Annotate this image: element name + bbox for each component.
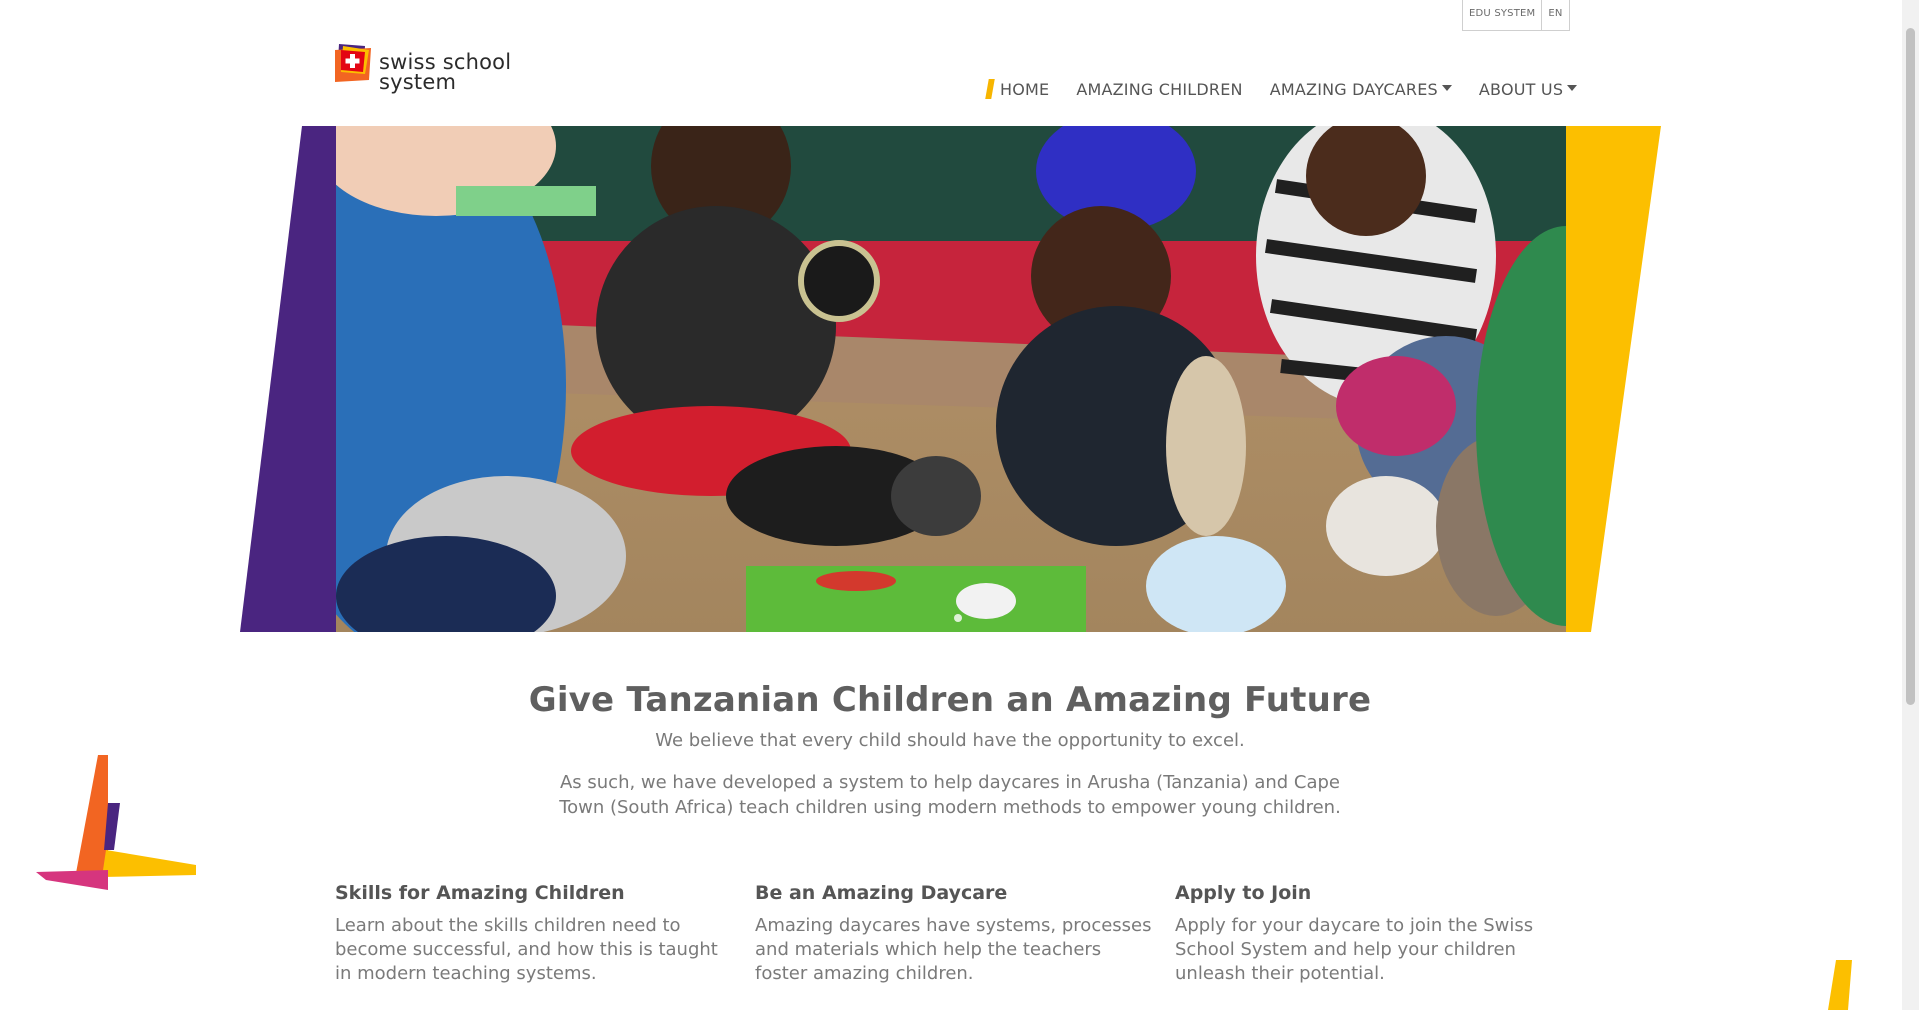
intro-line-2: As such, we have developed a system to h… — [559, 772, 1341, 818]
feature-text: Amazing daycares have systems, processes… — [755, 915, 1152, 984]
hero-photo — [336, 126, 1566, 632]
carousel-indicator[interactable] — [954, 614, 962, 622]
feature-title: Skills for Amazing Children — [335, 882, 625, 904]
page: EDU SYSTEM EN swiss school system HOME A… — [0, 0, 1919, 1010]
feature-text: Learn about the skills children need to … — [335, 915, 718, 984]
scrollbar-thumb[interactable] — [1906, 28, 1915, 705]
page-title: Give Tanzanian Children an Amazing Futur… — [528, 680, 1372, 720]
feature-skills[interactable]: Skills for Amazing Children Learn about … — [335, 882, 735, 986]
hero-image — [336, 126, 1566, 632]
feature-title: Apply to Join — [1175, 882, 1312, 904]
corner-decor-right — [1828, 960, 1852, 1010]
corner-decor-left — [36, 755, 196, 890]
feature-title: Be an Amazing Daycare — [755, 882, 1008, 904]
page-scrollbar[interactable] — [1902, 0, 1919, 1010]
feature-text: Apply for your daycare to join the Swiss… — [1175, 915, 1534, 984]
feature-apply[interactable]: Apply to Join Apply for your daycare to … — [1175, 882, 1575, 986]
intro-line-1: We believe that every child should have … — [655, 730, 1245, 751]
feature-daycare[interactable]: Be an Amazing Daycare Amazing daycares h… — [755, 882, 1155, 986]
